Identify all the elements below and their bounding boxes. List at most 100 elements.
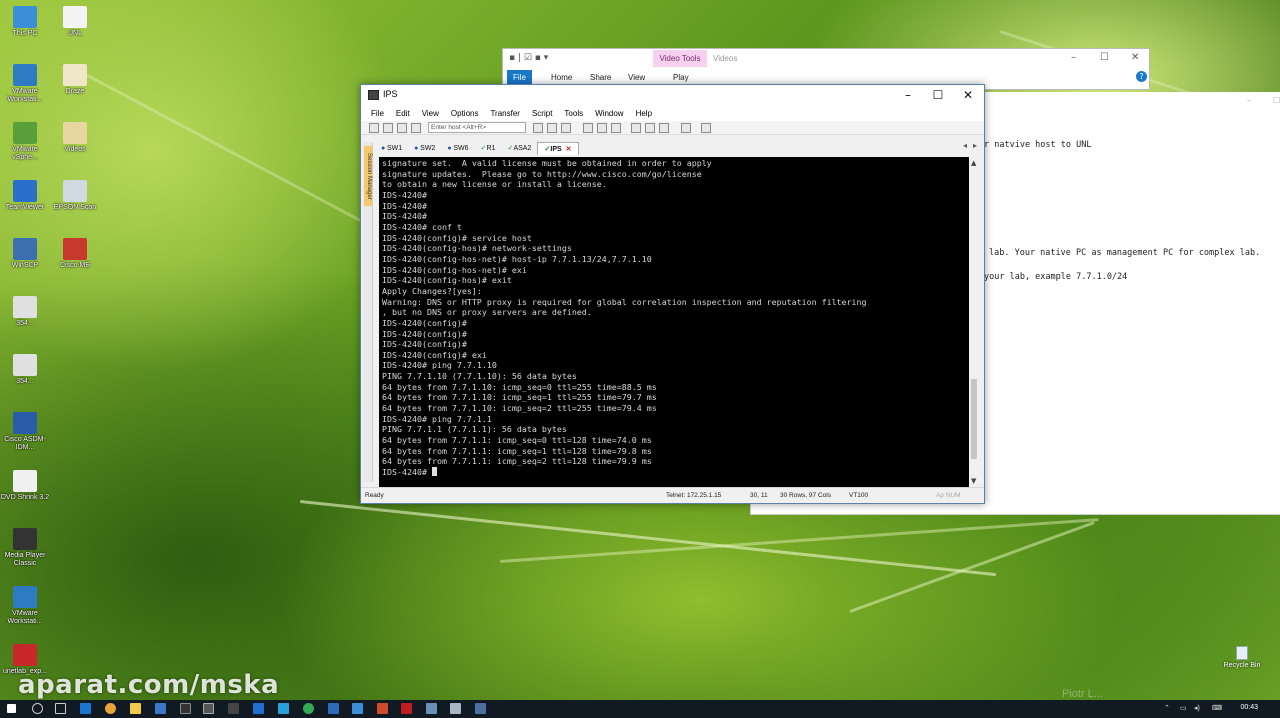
desktop-icon[interactable]: WinSCP — [0, 238, 50, 270]
desktop-icon[interactable]: VMware Workstati... — [0, 64, 50, 104]
keymap-icon[interactable] — [659, 123, 669, 133]
tab-sw1[interactable]: ● SW1 — [375, 142, 408, 155]
terminal-icon[interactable] — [228, 703, 239, 714]
scroll-thumb[interactable] — [971, 379, 977, 459]
desktop-icon[interactable]: 354... — [0, 296, 50, 328]
app-icon[interactable] — [450, 703, 461, 714]
tab-sw2[interactable]: ● SW2 — [408, 142, 441, 155]
app-icon[interactable] — [328, 703, 339, 714]
explorer-icon[interactable] — [155, 703, 166, 714]
terminal-prompt-line[interactable]: IDS-4240# — [382, 467, 966, 478]
securecrt-taskbar-icon[interactable] — [203, 703, 214, 714]
minimize-icon[interactable]: – — [1247, 96, 1251, 105]
session-manager-label[interactable]: Session Manager — [364, 146, 372, 206]
app-icon[interactable] — [426, 703, 437, 714]
recycle-bin-label: Recycle Bin — [1223, 662, 1261, 669]
search-icon[interactable] — [32, 703, 43, 714]
scroll-down-icon[interactable]: ▼ — [971, 477, 976, 485]
tab-ips[interactable]: ✓IPS ✕ — [537, 142, 579, 155]
terminal-prompt: IDS-4240# — [382, 467, 432, 478]
maximize-button[interactable]: ☐ — [926, 87, 950, 103]
app-icon[interactable] — [475, 703, 486, 714]
desktop-icon[interactable]: Videos — [50, 122, 100, 154]
desktop-icon[interactable]: 354... — [0, 354, 50, 386]
edge-icon[interactable] — [80, 703, 91, 714]
session-options-icon[interactable] — [631, 123, 641, 133]
settings-icon[interactable] — [611, 123, 621, 133]
close-button[interactable]: ✕ — [956, 87, 980, 103]
desktop-icon[interactable]: UNL — [50, 6, 100, 38]
app-icon[interactable] — [303, 703, 314, 714]
menu-view[interactable]: View — [422, 109, 439, 118]
tab-asa2[interactable]: ✓ASA2 — [501, 142, 537, 155]
desktop-icon[interactable]: TeamViewer — [0, 180, 50, 212]
maximize-icon[interactable]: ☐ — [1273, 96, 1280, 105]
menu-options[interactable]: Options — [451, 109, 479, 118]
tab-scroll-right-icon[interactable]: ▸ — [973, 141, 977, 150]
desktop-icon[interactable]: Cisco ASDM-IDM... — [0, 412, 50, 452]
vertical-scrollbar[interactable]: ▲ ▼ — [969, 157, 979, 487]
app-icon[interactable] — [253, 703, 264, 714]
securecrt-window[interactable]: IPS – ☐ ✕ File Edit View Options Transfe… — [360, 84, 985, 504]
find-icon[interactable] — [561, 123, 571, 133]
tab-sw6[interactable]: ● SW6 — [441, 142, 474, 155]
clock[interactable]: 00:43 — [1240, 704, 1258, 711]
quick-connect-icon[interactable] — [383, 123, 393, 133]
folder-icon[interactable] — [130, 703, 141, 714]
maximize-icon[interactable]: ☐ — [1100, 52, 1109, 63]
title-bar[interactable]: IPS – ☐ ✕ — [361, 85, 984, 106]
chrome-icon[interactable] — [105, 703, 116, 714]
paste-icon[interactable] — [547, 123, 557, 133]
menu-file[interactable]: File — [371, 109, 384, 118]
desktop-icon[interactable]: EPSON Scan — [50, 180, 100, 212]
up-chevron-icon[interactable]: ⌃ — [1164, 704, 1170, 712]
disconnect-icon[interactable] — [411, 123, 421, 133]
keyboard-icon[interactable]: ⌨ — [1212, 704, 1222, 712]
copy-icon[interactable] — [533, 123, 543, 133]
menu-window[interactable]: Window — [595, 109, 623, 118]
desktop-icon[interactable]: This PC — [0, 6, 50, 38]
log-icon[interactable] — [597, 123, 607, 133]
desktop-icon[interactable]: Draze — [50, 64, 100, 96]
tab-connect-icon[interactable] — [397, 123, 407, 133]
map-keys-icon[interactable] — [701, 123, 711, 133]
cmd-icon[interactable] — [180, 703, 191, 714]
connect-icon[interactable] — [369, 123, 379, 133]
minimize-icon[interactable]: – — [1071, 52, 1076, 63]
video-tools-tab[interactable]: Video Tools — [653, 50, 707, 67]
terminal-line: IDS-4240(config-hos)# network-settings — [382, 243, 572, 254]
menu-transfer[interactable]: Transfer — [490, 109, 520, 118]
host-input[interactable]: Enter host <Alt+R> — [428, 122, 526, 133]
desktop-icon[interactable]: DVD Shrink 3.2 — [0, 470, 50, 502]
pdf-icon[interactable] — [401, 703, 412, 714]
session-manager-pane[interactable]: Session Manager — [363, 142, 373, 482]
close-icon[interactable]: ✕ — [1131, 52, 1139, 63]
help-icon[interactable]: ? — [1136, 71, 1147, 82]
app-icon[interactable] — [278, 703, 289, 714]
app-icon[interactable] — [352, 703, 363, 714]
app-icon[interactable] — [377, 703, 388, 714]
desktop-icon[interactable]: Cisco ME — [50, 238, 100, 270]
terminal-output[interactable]: signature set. A valid license must be o… — [379, 157, 969, 487]
tab-r1[interactable]: ✓R1 — [475, 142, 502, 155]
menu-edit[interactable]: Edit — [396, 109, 410, 118]
desktop-icon[interactable]: VMware Workstati... — [0, 586, 50, 626]
minimize-button[interactable]: – — [896, 87, 920, 103]
scroll-up-icon[interactable]: ▲ — [971, 159, 976, 167]
network-icon[interactable]: ▭ — [1180, 704, 1187, 712]
recycle-bin[interactable]: Recycle Bin — [1220, 646, 1264, 669]
desktop-icon[interactable]: Media Player Classic — [0, 528, 50, 568]
menu-script[interactable]: Script — [532, 109, 552, 118]
menu-tools[interactable]: Tools — [564, 109, 583, 118]
print-icon[interactable] — [583, 123, 593, 133]
global-options-icon[interactable] — [645, 123, 655, 133]
volume-icon[interactable]: ◂) — [1194, 704, 1200, 712]
desktop-icon[interactable]: VMware vSphe... — [0, 122, 50, 162]
close-tab-icon[interactable]: ✕ — [566, 146, 572, 153]
quick-access-icons[interactable]: ▪ | ☑ ▪ ▾ — [509, 53, 548, 63]
tab-scroll-left-icon[interactable]: ◂ — [963, 141, 967, 150]
task-view-icon[interactable] — [55, 703, 66, 714]
help-icon[interactable] — [681, 123, 691, 133]
menu-help[interactable]: Help — [636, 109, 652, 118]
start-button[interactable] — [7, 704, 16, 713]
